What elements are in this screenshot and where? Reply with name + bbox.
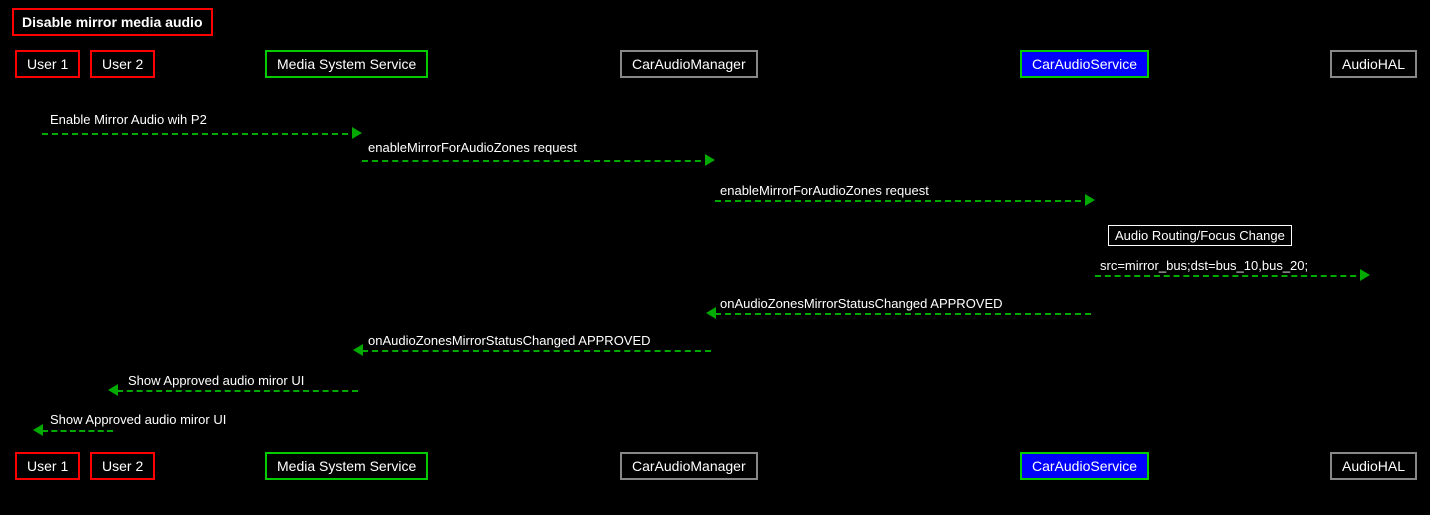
msg1-label: Enable Mirror Audio wih P2 (50, 112, 207, 127)
actor-user1-bottom: User 1 (15, 452, 80, 480)
msg8-line (117, 390, 358, 392)
msg8-label: Show Approved audio miror UI (128, 373, 304, 388)
msg9-line (42, 430, 113, 432)
msg6-label: onAudioZonesMirrorStatusChanged APPROVED (720, 296, 1003, 311)
msg5-arrow (1360, 269, 1370, 281)
actor-ahl-bottom: AudioHAL (1330, 452, 1417, 480)
diagram: Disable mirror media audio User 1 User 2… (0, 0, 1430, 515)
actor-mss-top: Media System Service (265, 50, 428, 78)
actor-user2-bottom: User 2 (90, 452, 155, 480)
msg5-line (1095, 275, 1366, 277)
msg2-arrow (705, 154, 715, 166)
msg3-arrow (1085, 194, 1095, 206)
msg8-arrow (108, 384, 118, 396)
actor-cam-top: CarAudioManager (620, 50, 758, 78)
actor-cas-top: CarAudioService (1020, 50, 1149, 78)
actor-cam-bottom: CarAudioManager (620, 452, 758, 480)
msg7-line (362, 350, 711, 352)
title-box: Disable mirror media audio (12, 8, 213, 36)
msg1-arrow (352, 127, 362, 139)
title-text: Disable mirror media audio (22, 14, 203, 30)
msg2-label: enableMirrorForAudioZones request (368, 140, 577, 155)
actor-user2-top: User 2 (90, 50, 155, 78)
msg3-line (715, 200, 1091, 202)
msg9-arrow (33, 424, 43, 436)
actor-mss-bottom: Media System Service (265, 452, 428, 480)
msg7-arrow (353, 344, 363, 356)
msg5-label: src=mirror_bus;dst=bus_10,bus_20; (1100, 258, 1308, 273)
actor-cas-bottom: CarAudioService (1020, 452, 1149, 480)
msg6-line (715, 313, 1091, 315)
note-routing: Audio Routing/Focus Change (1108, 225, 1292, 246)
msg7-label: onAudioZonesMirrorStatusChanged APPROVED (368, 333, 651, 348)
msg9-label: Show Approved audio miror UI (50, 412, 226, 427)
msg1-line (42, 133, 358, 135)
msg3-label: enableMirrorForAudioZones request (720, 183, 929, 198)
msg2-line (362, 160, 711, 162)
actor-ahl-top: AudioHAL (1330, 50, 1417, 78)
actor-user1-top: User 1 (15, 50, 80, 78)
msg6-arrow (706, 307, 716, 319)
